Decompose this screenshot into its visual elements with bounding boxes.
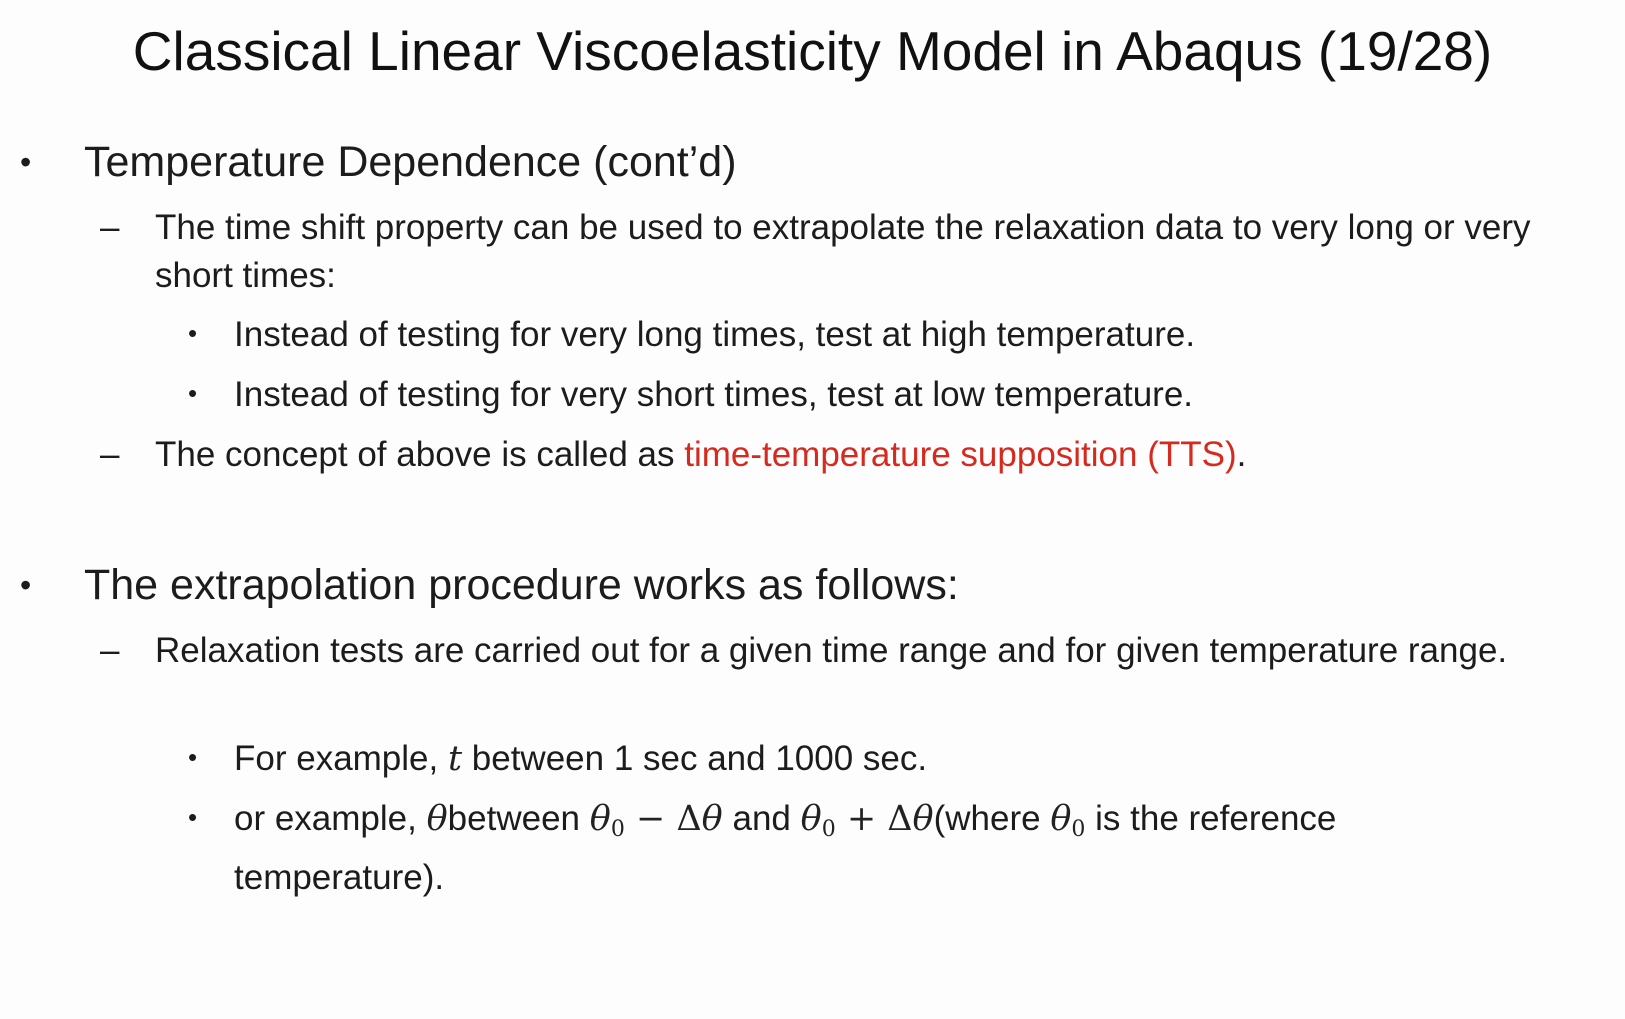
dash-item-relaxation-tests: – Relaxation tests are carried out for a… (100, 627, 1580, 675)
sub-bullet-marker: • (188, 378, 198, 408)
sub-bullet-text: For example, t between 1 sec and 1000 se… (234, 735, 1534, 783)
slide-title: Classical Linear Viscoelasticity Model i… (132, 20, 1493, 82)
bullet-marker: • (20, 144, 32, 180)
example-suffix: between 1 sec and 1000 sec. (462, 739, 928, 778)
sub-bullet-marker: • (188, 742, 198, 772)
dash-text: Relaxation tests are carried out for a g… (155, 631, 1508, 670)
subscript-zero: 0 (821, 817, 836, 842)
theta-symbol: θ (426, 799, 448, 839)
dash-item-time-shift: – The time shift property can be used to… (100, 204, 1580, 300)
plus-delta: + Δ (835, 799, 913, 839)
and-word: and (722, 799, 801, 838)
sub-bullet-temperature-example: • or example, θbetween θ0 − Δθ and θ0 + … (188, 795, 1568, 902)
dash-text: The time shift property can be used to e… (155, 208, 1531, 295)
time-variable: t (447, 739, 463, 779)
sub-bullet-marker: • (188, 318, 198, 348)
theta-zero-symbol: θ (589, 799, 611, 839)
minus-delta: − Δ (624, 799, 702, 839)
dash-marker: – (100, 208, 120, 247)
bullet-heading: Temperature Dependence (cont’d) (84, 138, 737, 186)
dash-text: The concept of above is called as time-t… (155, 431, 1555, 479)
sub-bullet-marker: • (188, 802, 198, 832)
between-word: between (447, 799, 590, 838)
sub-bullet-text: or example, θbetween θ0 − Δθ and θ0 + Δθ… (234, 795, 1534, 902)
theta-symbol: θ (701, 799, 723, 839)
where-clause: (where (933, 799, 1051, 838)
sub-bullet-text: Instead of testing for very long times, … (234, 315, 1196, 354)
dash-marker: – (100, 435, 120, 474)
subscript-zero: 0 (1071, 817, 1086, 842)
sub-bullet-time-example: • For example, t between 1 sec and 1000 … (188, 735, 1568, 783)
example-prefix: For example, (234, 739, 448, 778)
dash-marker: – (100, 631, 120, 670)
sub-bullet-text: Instead of testing for very short times,… (234, 375, 1194, 414)
bullet-heading: The extrapolation procedure works as fol… (84, 561, 959, 609)
theta-symbol: θ (912, 799, 934, 839)
bullet-marker: • (20, 567, 32, 603)
dash-item-tts-concept: – The concept of above is called as time… (100, 431, 1580, 479)
sub-bullet-long-times: • Instead of testing for very long times… (188, 311, 1568, 359)
theta-zero-symbol: θ (800, 799, 822, 839)
tts-prefix: The concept of above is called as (155, 435, 685, 474)
tts-highlight: time-temperature supposition (TTS) (684, 435, 1237, 474)
theta-zero-symbol: θ (1050, 799, 1072, 839)
example-prefix: or example, (234, 799, 427, 838)
tts-suffix: . (1236, 435, 1247, 474)
subscript-zero: 0 (610, 817, 625, 842)
sub-bullet-short-times: • Instead of testing for very short time… (188, 371, 1568, 419)
presentation-slide: Classical Linear Viscoelasticity Model i… (0, 0, 1625, 1019)
